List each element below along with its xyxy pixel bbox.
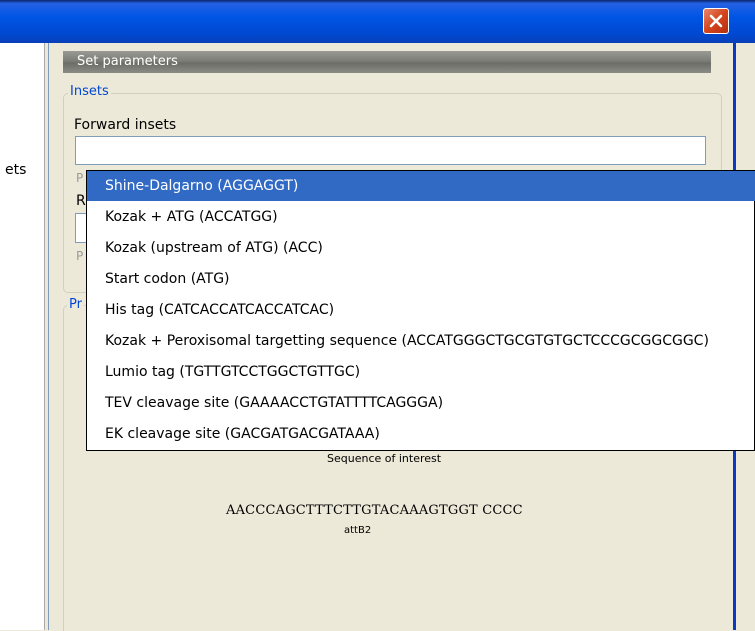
dropdown-item[interactable]: Shine-Dalgarno (AGGAGGT)	[87, 171, 755, 201]
dropdown-item[interactable]: Start codon (ATG)	[87, 264, 755, 294]
dropdown-item[interactable]: TEV cleavage site (GAAAACCTGTATTTTCAGGGA…	[87, 388, 755, 418]
sequence-text: AACCCAGCTTTCTTGTACAAAGTGGT CCCC	[226, 503, 523, 518]
dropdown-item[interactable]: Kozak (upstream of ATG) (ACC)	[87, 233, 755, 263]
forward-insets-input[interactable]	[75, 136, 706, 165]
dropdown-item[interactable]: His tag (CATCACCATCACCATCAC)	[87, 295, 755, 325]
dropdown-item[interactable]: Lumio tag (TGTTGTCCTGGCTGTTGC)	[87, 357, 755, 387]
panel-title: Set parameters	[77, 54, 178, 69]
insets-dropdown-list: Shine-Dalgarno (AGGAGGT) Kozak + ATG (AC…	[86, 170, 755, 451]
dropdown-item[interactable]: EK cleavage site (GACGATGACGATAAA)	[87, 419, 755, 449]
insets-group-label: Insets	[68, 84, 111, 99]
reverse-insets-label: R	[76, 193, 86, 209]
hint-text-1: P	[76, 171, 84, 185]
sequence-of-interest-label: Sequence of interest	[327, 452, 442, 465]
title-bar	[0, 0, 755, 43]
hint-text-2: P	[76, 249, 84, 263]
attb2-label: attB2	[344, 525, 372, 536]
dropdown-item[interactable]: Kozak + ATG (ACCATGG)	[87, 202, 755, 232]
forward-insets-label: Forward insets	[74, 117, 177, 133]
second-group-label: Pr	[67, 297, 84, 312]
close-icon	[709, 14, 723, 28]
left-pane: ets	[0, 43, 45, 630]
panel-header: Set parameters	[63, 51, 711, 73]
dropdown-item[interactable]: Kozak + Peroxisomal targetting sequence …	[87, 326, 755, 356]
close-button[interactable]	[703, 8, 729, 34]
left-pane-label: ets	[5, 162, 27, 178]
